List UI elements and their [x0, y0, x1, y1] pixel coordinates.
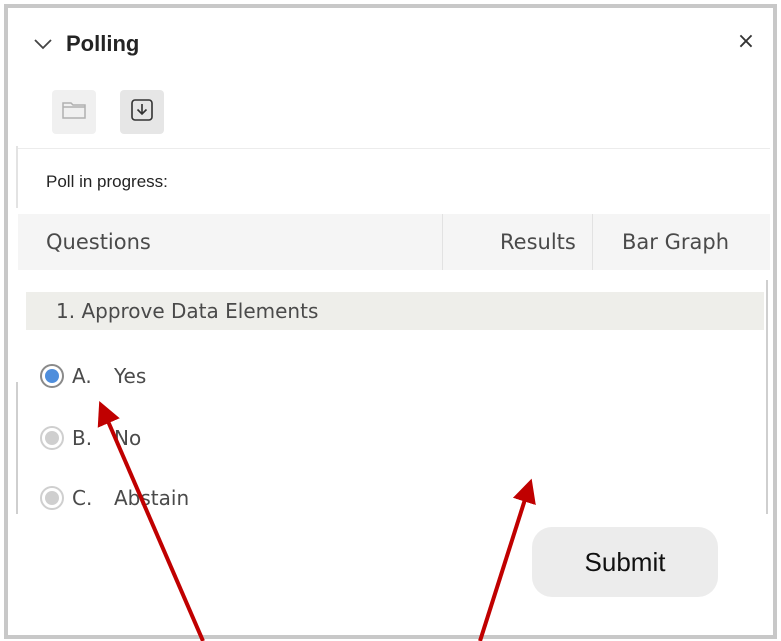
annotation-arrows	[97, 400, 536, 641]
arrow-to-option	[97, 400, 205, 641]
arrow-to-submit	[478, 478, 536, 641]
